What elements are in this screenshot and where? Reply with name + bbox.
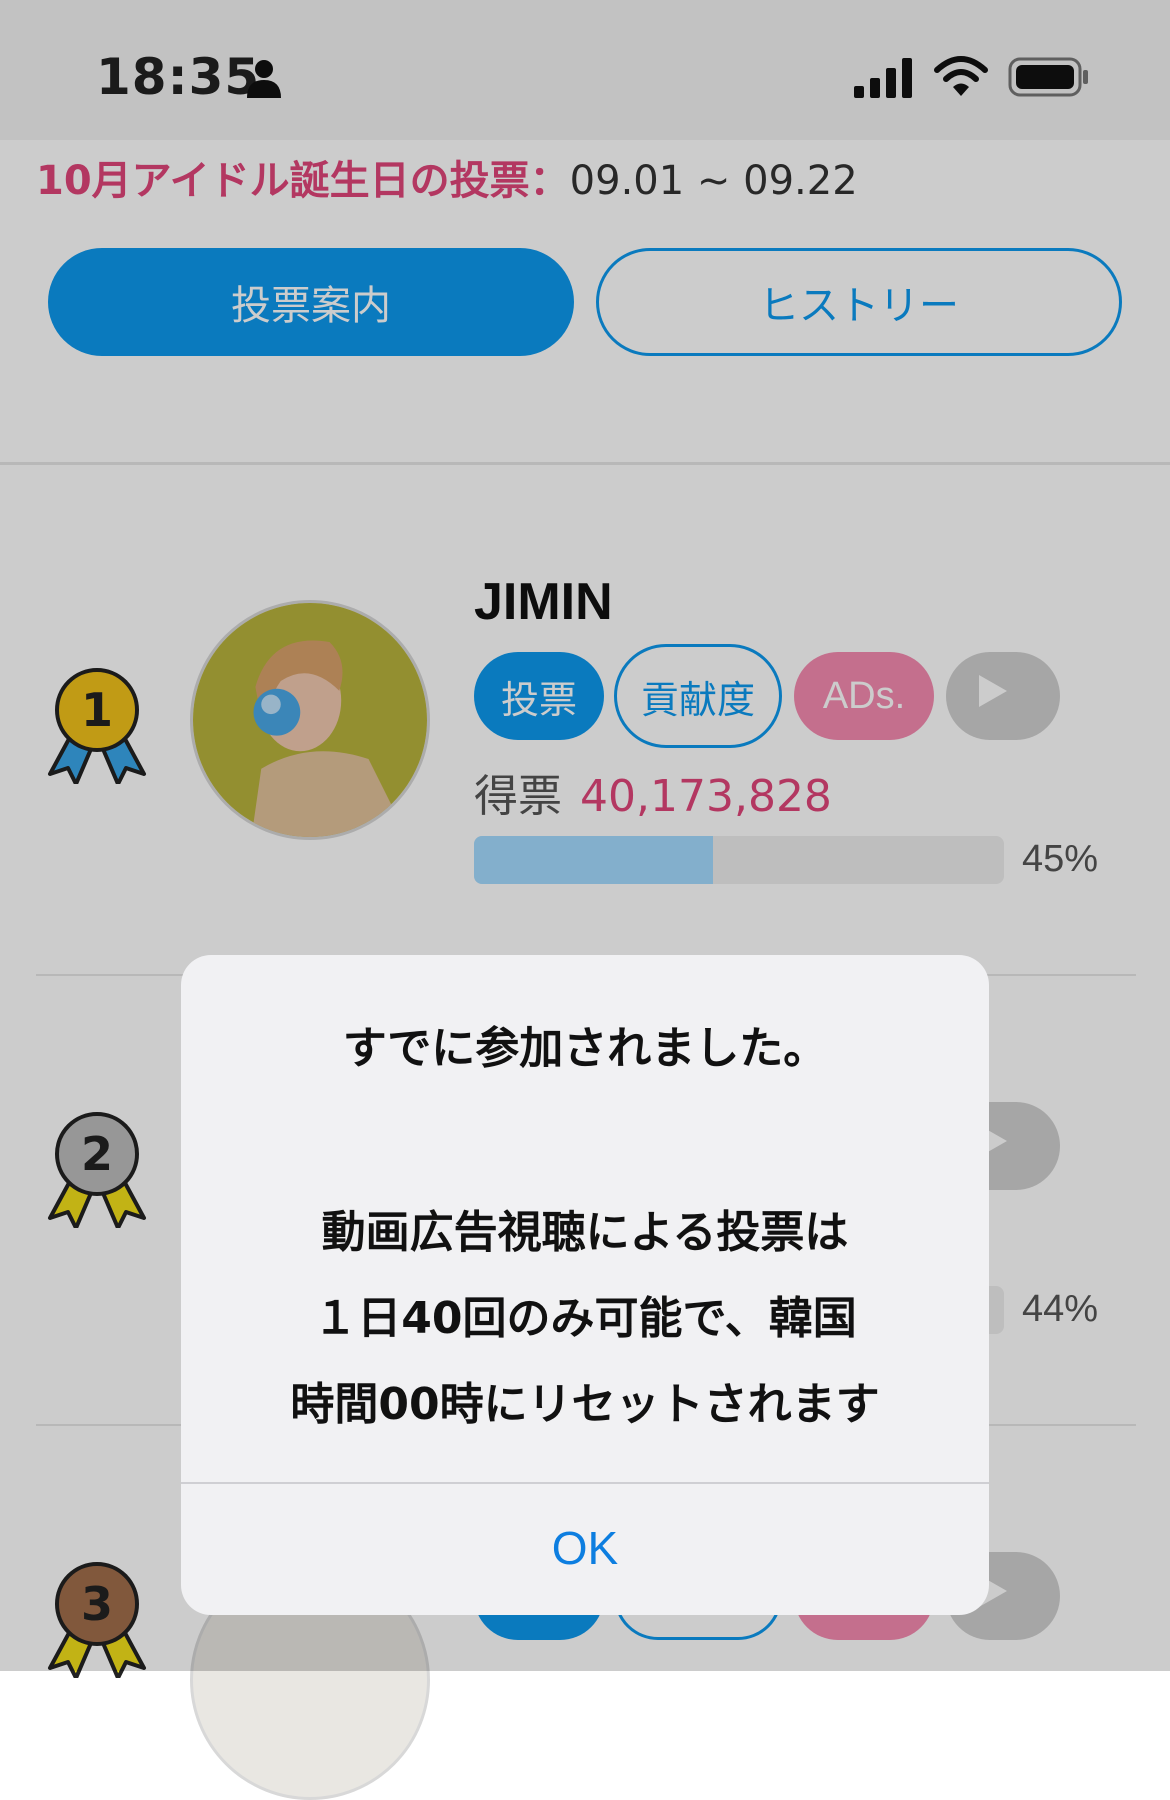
alert-message-line: 動画広告視聴による投票は — [321, 1207, 849, 1258]
ok-button[interactable]: OK — [181, 1484, 989, 1612]
alert-message-line: １日40回のみ可能で、韓国 — [313, 1293, 857, 1344]
alert-message-line: 時間00時にリセットされます — [290, 1379, 880, 1430]
alert-title: すでに参加されました。 — [342, 1023, 828, 1074]
